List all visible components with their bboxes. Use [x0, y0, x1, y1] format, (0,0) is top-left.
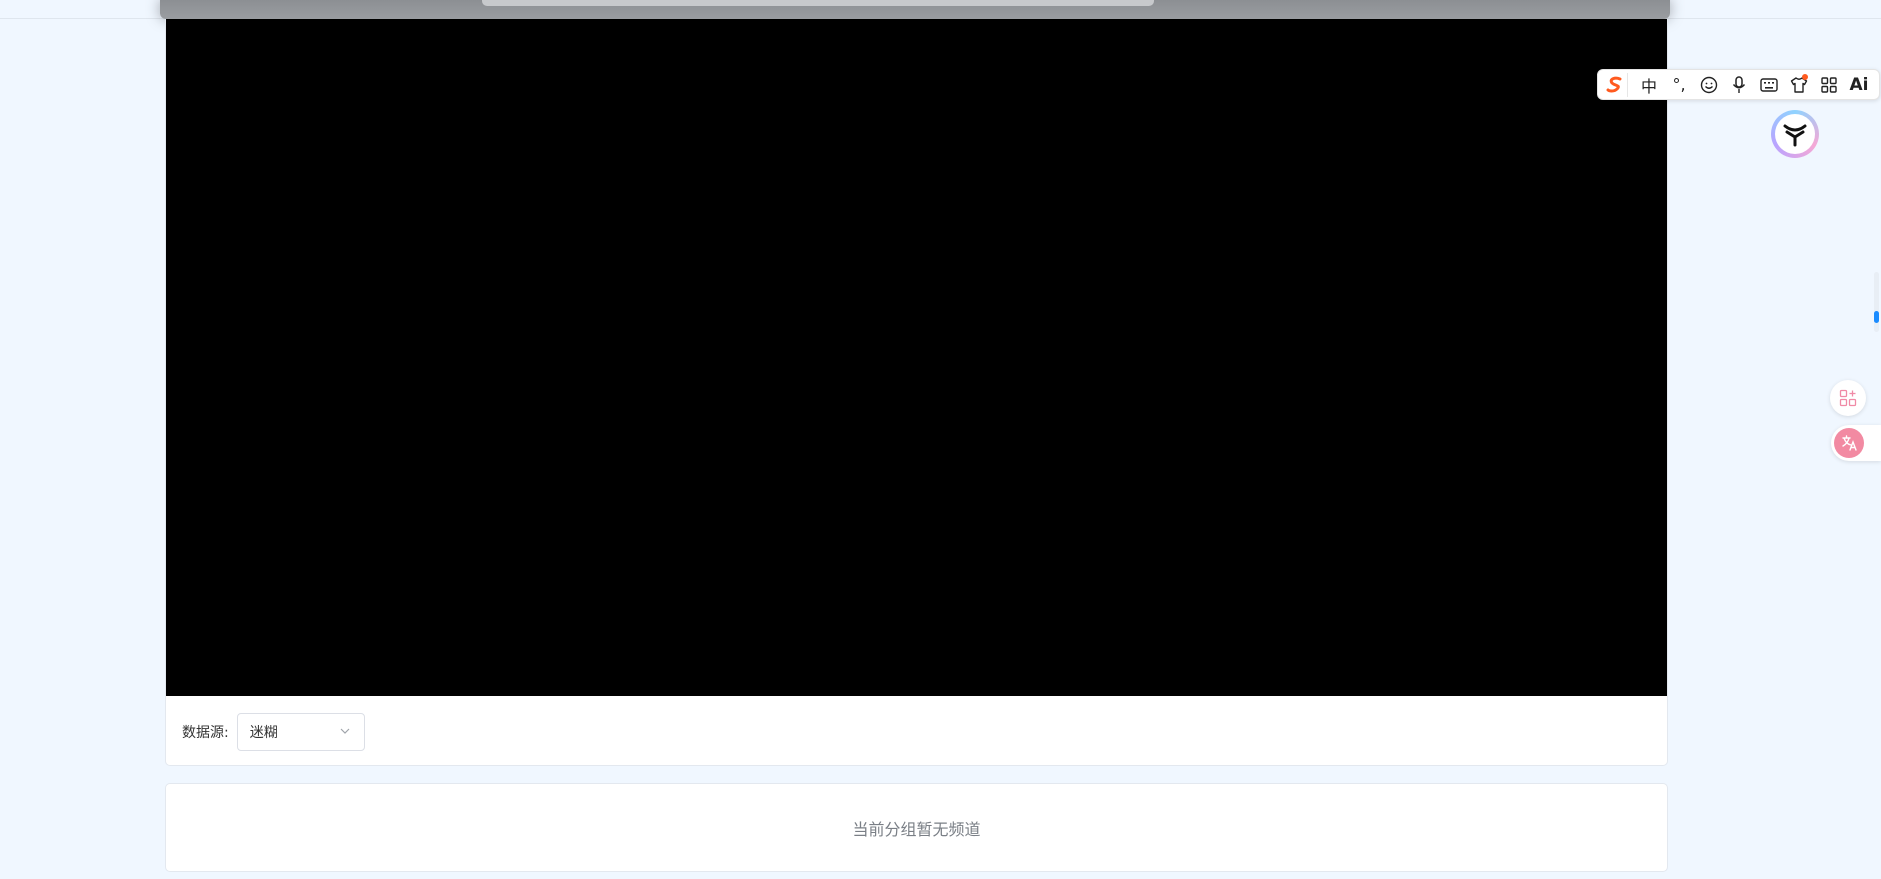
scrollbar-thumb[interactable]	[1874, 311, 1879, 323]
emoji-icon	[1700, 76, 1718, 93]
add-app-icon	[1839, 389, 1857, 407]
floating-assistant-button[interactable]	[1771, 110, 1819, 158]
soft-keyboard-button[interactable]	[1754, 73, 1784, 97]
data-source-row: 数据源: 迷糊	[182, 713, 365, 751]
emoji-button[interactable]	[1694, 73, 1724, 97]
data-source-selected-value: 迷糊	[249, 725, 278, 741]
channel-list-card: 当前分组暂无频道	[165, 783, 1668, 872]
video-display[interactable]	[166, 19, 1667, 696]
add-app-button[interactable]	[1830, 380, 1866, 416]
microphone-icon	[1732, 75, 1746, 93]
top-dim-overlay	[160, 0, 1670, 19]
notification-dot	[1802, 73, 1808, 80]
ime-toolbar: 中 °, Ai	[1597, 69, 1880, 100]
data-source-label: 数据源:	[182, 725, 229, 741]
voice-input-button[interactable]	[1724, 73, 1754, 97]
chevron-down-icon	[340, 728, 350, 734]
ai-button[interactable]: Ai	[1844, 73, 1874, 97]
video-player-card: 数据源: 迷糊	[165, 19, 1668, 766]
punctuation-icon: °,	[1672, 75, 1686, 94]
assistant-logo-icon	[1775, 114, 1815, 154]
data-source-select[interactable]: 迷糊	[236, 713, 365, 751]
ai-icon: Ai	[1849, 74, 1869, 95]
toolbox-icon	[1821, 76, 1837, 93]
translate-button[interactable]	[1831, 425, 1881, 461]
toolbox-button[interactable]	[1814, 73, 1844, 97]
translate-icon	[1834, 428, 1864, 458]
chinese-mode-button[interactable]: 中	[1634, 73, 1664, 97]
page: 数据源: 迷糊 当前分组暂无频道 中 °, Ai	[0, 0, 1881, 879]
keyboard-icon	[1760, 77, 1778, 92]
punctuation-button[interactable]: °,	[1664, 73, 1694, 97]
skin-button[interactable]	[1784, 73, 1814, 97]
empty-channel-message: 当前分组暂无频道	[852, 819, 981, 839]
scrollbar-track[interactable]	[1874, 272, 1879, 332]
sogou-logo-icon[interactable]	[1602, 72, 1628, 97]
top-overlay-bar	[482, 0, 1154, 6]
chinese-mode-icon: 中	[1640, 76, 1657, 96]
